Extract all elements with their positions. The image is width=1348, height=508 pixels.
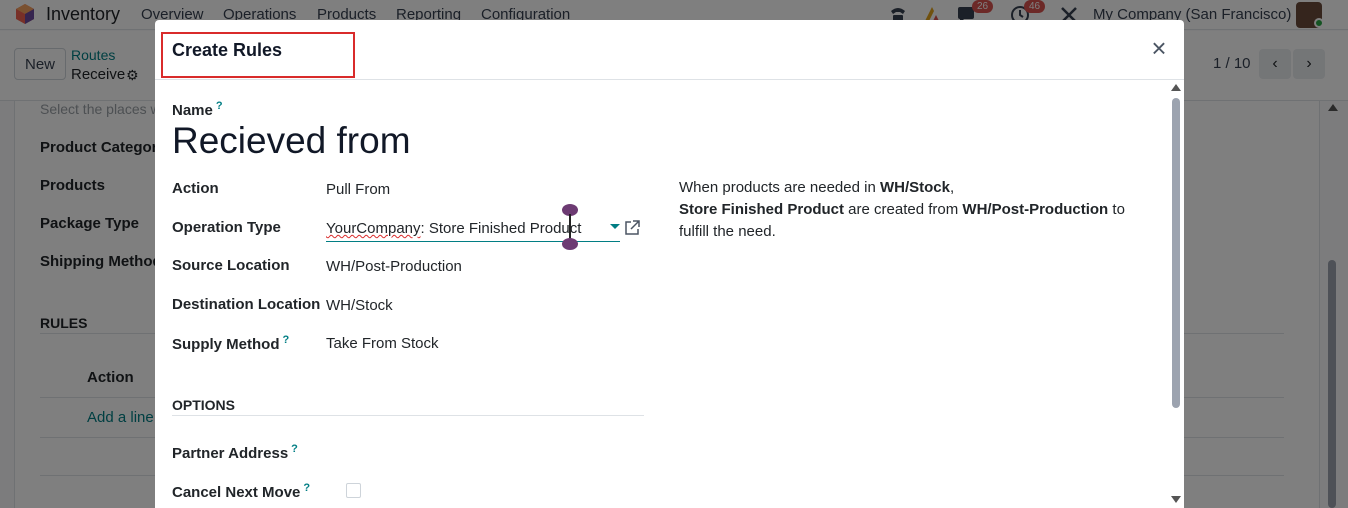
external-link-icon[interactable] — [624, 220, 640, 236]
operation-type-input[interactable]: YourCompany: Store Finished Product — [326, 216, 620, 242]
name-input[interactable]: Recieved from — [172, 120, 411, 162]
source-location-label: Source Location — [172, 257, 290, 274]
supply-method-select[interactable]: Take From Stock — [326, 335, 439, 352]
dialog-header: Create Rules × — [155, 20, 1184, 80]
dialog-title: Create Rules — [172, 40, 283, 60]
destination-location-label: Destination Location — [172, 296, 321, 313]
rule-description: When products are needed in WH/Stock, St… — [679, 179, 1125, 240]
operation-type-company: YourCompany — [326, 220, 421, 237]
action-label: Action — [172, 180, 219, 197]
help-tooltip-icon[interactable]: ? — [291, 443, 298, 455]
scroll-up-arrow-icon[interactable] — [1171, 84, 1181, 91]
dropdown-caret-icon[interactable] — [610, 224, 620, 229]
close-icon[interactable]: × — [1147, 35, 1171, 61]
cancel-next-move-label: Cancel Next Move? — [172, 482, 311, 501]
options-divider — [172, 415, 644, 416]
cancel-next-move-checkbox[interactable] — [346, 483, 361, 498]
dialog-scrollbar[interactable] — [1168, 82, 1182, 508]
help-tooltip-icon[interactable]: ? — [303, 482, 310, 494]
destination-location-select[interactable]: WH/Stock — [326, 297, 393, 314]
scroll-down-arrow-icon[interactable] — [1171, 496, 1181, 503]
text-cursor — [569, 214, 571, 240]
help-tooltip-icon[interactable]: ? — [216, 100, 223, 112]
operation-type-label: Operation Type — [172, 219, 281, 236]
name-label: Name? — [172, 100, 223, 119]
dialog-scrollbar-thumb[interactable] — [1172, 98, 1180, 408]
create-rules-dialog: Create Rules × Name? Recieved from Actio… — [155, 20, 1184, 508]
operation-type-name: : Store Finished Product — [420, 220, 582, 237]
text-cursor-handle-bottom[interactable] — [562, 238, 578, 250]
supply-method-label: Supply Method? — [172, 334, 290, 353]
options-section-title: OPTIONS — [172, 397, 236, 413]
partner-address-label: Partner Address? — [172, 443, 298, 462]
action-select[interactable]: Pull From — [326, 181, 390, 198]
source-location-select[interactable]: WH/Post-Production — [326, 258, 462, 275]
help-tooltip-icon[interactable]: ? — [283, 334, 290, 346]
